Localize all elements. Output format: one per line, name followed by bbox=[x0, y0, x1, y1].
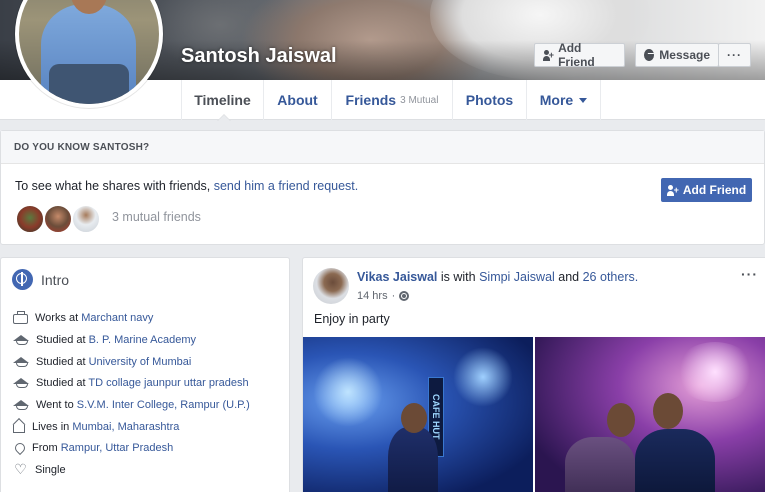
tab-friends[interactable]: Friends 3 Mutual bbox=[331, 80, 452, 120]
do-you-know-box: DO YOU KNOW SANTOSH? To see what he shar… bbox=[0, 130, 765, 245]
add-friend-label: Add Friend bbox=[558, 41, 595, 69]
add-friend-icon: + bbox=[666, 184, 679, 196]
dropdown-arrow-icon bbox=[579, 97, 588, 103]
mutual-friend-avatar[interactable] bbox=[15, 204, 45, 234]
heart-icon: ♡ bbox=[14, 461, 27, 477]
graduation-cap-icon bbox=[13, 357, 29, 367]
tab-timeline-label: Timeline bbox=[194, 92, 251, 108]
relationship-status: Single bbox=[35, 463, 66, 476]
tab-friends-label: Friends bbox=[345, 92, 397, 108]
post-text: Enjoy in party bbox=[314, 312, 390, 326]
messenger-icon bbox=[644, 49, 655, 61]
intro-item-from: From Rampur, Uttar Pradesh bbox=[12, 440, 174, 456]
post-author-avatar[interactable] bbox=[313, 268, 349, 304]
mutual-friend-avatar[interactable] bbox=[43, 204, 73, 234]
graduation-cap-icon bbox=[13, 378, 29, 388]
post-and-text: and bbox=[554, 270, 583, 284]
mutual-friends-link[interactable]: 3 mutual friends bbox=[112, 210, 201, 224]
intro-item-prefix: Went to bbox=[36, 399, 77, 411]
intro-item-link[interactable]: B. P. Marine Academy bbox=[89, 334, 196, 346]
do-you-know-header: DO YOU KNOW SANTOSH? bbox=[1, 131, 764, 164]
prompt-text: To see what he shares with friends, bbox=[15, 179, 214, 193]
post-options-button[interactable]: ··· bbox=[741, 266, 758, 282]
post-with-text: is with bbox=[437, 270, 480, 284]
active-tab-caret bbox=[217, 114, 231, 121]
graduation-cap-icon bbox=[13, 400, 29, 410]
post-timestamp[interactable]: 14 hrs bbox=[357, 290, 388, 302]
intro-title: Intro bbox=[41, 271, 70, 288]
message-label: Message bbox=[659, 48, 710, 62]
intro-item-link[interactable]: TD collage jaunpur uttar pradesh bbox=[88, 377, 248, 389]
intro-item-link[interactable]: S.V.M. Inter College, Rampur (U.P.) bbox=[77, 399, 250, 411]
tab-photos-label: Photos bbox=[465, 92, 514, 108]
add-friend-icon: + bbox=[543, 49, 554, 61]
timeline-post: Vikas Jaiswal is with Simpi Jaiswal and … bbox=[302, 257, 765, 492]
add-friend-primary-button[interactable]: + Add Friend bbox=[661, 178, 752, 202]
send-friend-request-link[interactable]: send him a friend request. bbox=[214, 179, 359, 193]
more-dots-icon: ··· bbox=[727, 48, 742, 62]
intro-item-prefix: Studied at bbox=[36, 377, 89, 389]
tab-about[interactable]: About bbox=[263, 80, 331, 120]
post-photo[interactable] bbox=[535, 337, 765, 492]
intro-card: Intro Works at Marchant navy Studied at … bbox=[0, 257, 290, 492]
globe-icon bbox=[12, 269, 33, 290]
intro-item-prefix: Studied at bbox=[36, 356, 89, 368]
post-photo[interactable]: CAFE HUT bbox=[303, 337, 533, 492]
intro-item-lives: Lives in Mumbai, Maharashtra bbox=[13, 420, 179, 433]
add-friend-button[interactable]: + Add Friend bbox=[534, 41, 625, 69]
tab-photos[interactable]: Photos bbox=[452, 80, 526, 120]
graduation-cap-icon bbox=[13, 335, 29, 345]
mutual-count: 3 Mutual bbox=[400, 94, 439, 106]
intro-item-link[interactable]: Marchant navy bbox=[81, 312, 153, 324]
post-header: Vikas Jaiswal is with Simpi Jaiswal and … bbox=[357, 270, 638, 284]
message-button[interactable]: Message bbox=[635, 43, 719, 67]
tab-more-label: More bbox=[539, 92, 574, 108]
tagged-person-link[interactable]: Simpi Jaiswal bbox=[479, 270, 555, 284]
intro-item-prefix: Studied at bbox=[36, 334, 89, 346]
intro-item-relationship: ♡ Single bbox=[13, 461, 66, 477]
public-globe-icon[interactable] bbox=[399, 291, 410, 301]
intro-header: Intro bbox=[12, 269, 69, 290]
intro-item-study: Studied at B. P. Marine Academy bbox=[13, 334, 196, 346]
intro-item-work: Works at Marchant navy bbox=[13, 311, 153, 324]
profile-name[interactable]: Santosh Jaiswal bbox=[181, 45, 337, 68]
friend-request-prompt: To see what he shares with friends, send… bbox=[15, 179, 358, 193]
post-author-link[interactable]: Vikas Jaiswal bbox=[357, 270, 437, 284]
mutual-friend-avatar[interactable] bbox=[71, 204, 101, 234]
intro-item-prefix: Lives in bbox=[32, 420, 73, 433]
intro-item-link[interactable]: University of Mumbai bbox=[89, 356, 192, 368]
add-friend-primary-label: Add Friend bbox=[682, 183, 747, 197]
tab-about-label: About bbox=[277, 92, 318, 108]
intro-item-link[interactable]: Rampur, Uttar Pradesh bbox=[61, 442, 174, 454]
mutual-friends-avatars bbox=[15, 204, 101, 234]
post-meta: 14 hrs · bbox=[357, 290, 410, 302]
meta-separator: · bbox=[391, 290, 396, 302]
more-options-button[interactable]: ··· bbox=[718, 43, 751, 67]
intro-item-study: Studied at University of Mumbai bbox=[13, 356, 191, 368]
tab-timeline[interactable]: Timeline bbox=[181, 80, 263, 121]
tab-more[interactable]: More bbox=[526, 80, 601, 120]
intro-item-prefix: Works at bbox=[35, 312, 82, 324]
tagged-others-link[interactable]: 26 others. bbox=[583, 270, 639, 284]
intro-item-prefix: From bbox=[32, 442, 61, 454]
location-pin-icon bbox=[12, 440, 28, 456]
home-icon bbox=[13, 425, 25, 433]
briefcase-icon bbox=[13, 311, 28, 324]
intro-item-school: Went to S.V.M. Inter College, Rampur (U.… bbox=[13, 399, 250, 411]
intro-item-link[interactable]: Mumbai, Maharashtra bbox=[72, 421, 179, 433]
intro-item-study: Studied at TD collage jaunpur uttar prad… bbox=[13, 377, 249, 389]
